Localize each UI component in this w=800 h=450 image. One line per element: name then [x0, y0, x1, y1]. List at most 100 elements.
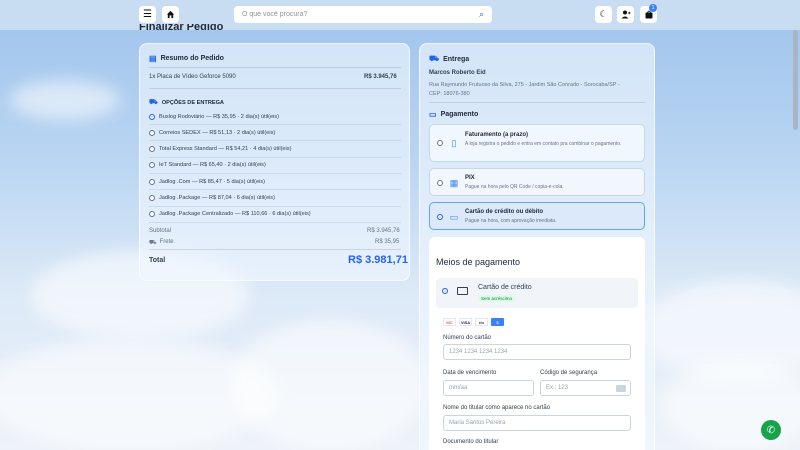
payment-option-title: Cartão de crédito ou débito	[465, 209, 544, 215]
shipping-option-label: Buslog Rodoviário — R$ 35,95 · 2 dia(s) …	[159, 113, 280, 120]
total-value: R$ 3.981,71	[348, 254, 408, 266]
radio-button[interactable]	[149, 195, 155, 201]
moon-icon: ☾	[599, 9, 608, 19]
radio-button[interactable]	[437, 180, 443, 186]
page-title: Finalizar Pedido	[139, 24, 224, 32]
delivery-address-line1: Rua Raymundo Frutuoso da Silva, 275 - Ja…	[429, 82, 620, 88]
home-icon	[166, 10, 175, 19]
truck-icon: ⛟	[429, 54, 440, 63]
cvv-placeholder: Ex.: 123	[546, 385, 569, 391]
scrollbar[interactable]	[793, 30, 798, 130]
subtotal-label: Subtotal	[149, 228, 172, 234]
freight-value: R$ 35,95	[375, 239, 400, 245]
shipping-option-label: Total Express Standard — R$ 54,21 · 4 di…	[159, 146, 292, 153]
delivery-title: Entrega	[443, 55, 470, 63]
summary-header: ▤ Resumo do Pedido	[149, 54, 224, 63]
payment-option-pix[interactable]: ▦ PIX Pague na hora pelo QR Code / copia…	[429, 168, 645, 196]
home-button[interactable]	[162, 6, 179, 23]
payment-option-invoice[interactable]: ▯ Faturamento (a prazo) A loja registra …	[429, 124, 645, 162]
whatsapp-button[interactable]: ✆	[761, 420, 781, 440]
shipping-option-label: Correios SEDEX — R$ 51,13 · 2 dia(s) úti…	[159, 129, 276, 136]
shipping-option-label: Jadlog .Package — R$ 87,04 · 6 dia(s) út…	[159, 195, 275, 201]
search-bar: ⌕	[234, 6, 492, 23]
shipping-header: ⛟ OPÇÕES DE ENTREGA	[149, 98, 224, 107]
holder-input[interactable]: Maria Santos Pereira	[443, 415, 631, 431]
subtotal-value: R$ 3.945,76	[367, 228, 400, 234]
shipping-option[interactable]: Jadlog .Package Centralizado — R$ 110,66…	[149, 207, 401, 223]
summary-title: Resumo do Pedido	[160, 55, 224, 62]
expiry-input[interactable]: mm/aa	[443, 380, 534, 396]
holder-label: Nome do titular como aparece no cartão	[443, 405, 551, 411]
credit-method-option[interactable]: Cartão de crédito Sem acréscimo	[436, 278, 638, 308]
payment-option-desc: Pague na hora pelo QR Code / copia-e-col…	[465, 184, 564, 190]
credit-card-icon	[457, 287, 468, 295]
menu-button[interactable]: ☰	[139, 6, 156, 23]
payment-title: Pagamento	[440, 111, 479, 118]
cart-count-badge: 1	[649, 4, 657, 12]
delivery-address-line2: CEP: 18076-380	[429, 91, 470, 97]
card-number-input[interactable]: 1234 1234 1234 1234	[443, 344, 631, 360]
payment-option-title: PIX	[465, 175, 475, 181]
radio-button-selected[interactable]	[442, 288, 448, 294]
shipping-option[interactable]: IeT Standard — R$ 65,40 · 2 dia(s) útil(…	[149, 158, 401, 174]
shipping-option[interactable]: Buslog Rodoviário — R$ 35,95 · 2 dia(s) …	[149, 109, 401, 125]
cvv-input[interactable]: Ex.: 123	[540, 380, 631, 396]
card-brands: MC VISA elo $	[443, 318, 504, 326]
total-label: Total	[149, 257, 166, 264]
top-bar: ☰ ⌕ ☾ 1	[0, 0, 800, 30]
radio-button[interactable]	[149, 178, 155, 185]
theme-toggle-button[interactable]: ☾	[595, 6, 612, 23]
credit-card-icon: ▭	[449, 211, 459, 222]
cvv-label: Código de segurança	[540, 370, 598, 376]
elo-icon: elo	[475, 318, 488, 326]
radio-button-selected[interactable]	[149, 113, 155, 120]
method-label: Cartão de crédito	[478, 284, 532, 291]
card-number-label: Número do cartão	[443, 335, 492, 341]
shipping-title: OPÇÕES DE ENTREGA	[161, 99, 224, 106]
visa-icon: VISA	[459, 318, 472, 326]
payment-header: ▭ Pagamento	[429, 110, 478, 119]
shipping-option[interactable]: Jadlog .Com — R$ 85,47 · 5 dia(s) útil(e…	[149, 174, 401, 191]
shipping-option[interactable]: Total Express Standard — R$ 54,21 · 4 di…	[149, 142, 401, 158]
mastercard-icon: MC	[443, 318, 456, 326]
shipping-option-label: Jadlog .Com — R$ 85,47 · 5 dia(s) útil(e…	[159, 178, 266, 185]
radio-button-selected[interactable]	[437, 214, 443, 220]
shipping-option-label: Jadlog .Package Centralizado — R$ 110,66…	[159, 211, 311, 218]
truck-icon: ⛟	[149, 240, 157, 246]
item-price: R$ 3.945,76	[364, 74, 397, 80]
receipt-icon: ▤	[149, 54, 157, 63]
item-name: 1x Placa de Vídeo Geforce 5090	[149, 74, 236, 80]
payment-option-desc: A loja registra o pedido e entra em cont…	[465, 141, 622, 147]
freight-label: Frete	[159, 239, 174, 245]
shipping-option[interactable]: Correios SEDEX — R$ 51,13 · 2 dia(s) úti…	[149, 125, 401, 142]
payment-option-title: Faturamento (a prazo)	[465, 132, 529, 138]
search-icon[interactable]: ⌕	[479, 9, 484, 20]
document-label: Documento do titular	[443, 439, 499, 445]
card-back-icon	[616, 385, 626, 392]
whatsapp-icon: ✆	[766, 424, 776, 436]
shipping-option-label: IeT Standard — R$ 65,40 · 2 dia(s) útil(…	[159, 162, 266, 169]
delivery-name: Marcos Roberto Eid	[429, 70, 486, 76]
radio-button[interactable]	[149, 146, 155, 153]
method-badge: Sem acréscimo	[478, 295, 516, 302]
account-button[interactable]	[617, 6, 634, 23]
user-icon	[621, 10, 630, 19]
shipping-option[interactable]: Jadlog .Package — R$ 87,04 · 6 dia(s) út…	[149, 191, 401, 207]
search-input[interactable]	[242, 11, 479, 18]
freight-row: ⛟ Frete	[149, 239, 174, 247]
radio-button[interactable]	[149, 211, 155, 218]
delivery-header: ⛟ Entrega	[429, 54, 469, 64]
payment-option-desc: Pague na hora, com aprovação imediata.	[465, 218, 557, 224]
form-title: Meios de pagamento	[436, 257, 521, 267]
qr-code-icon: ▦	[449, 177, 459, 188]
radio-button[interactable]	[437, 140, 443, 146]
hamburger-icon: ☰	[143, 9, 152, 20]
document-icon: ▯	[451, 137, 457, 148]
credit-card-icon: ▭	[429, 110, 437, 119]
card-brand-icon: $	[491, 318, 504, 326]
radio-button[interactable]	[149, 162, 155, 169]
truck-icon: ⛟	[149, 99, 158, 106]
payment-option-card[interactable]: ▭ Cartão de crédito ou débito Pague na h…	[429, 202, 645, 230]
expiry-label: Data de vencimento	[443, 370, 497, 376]
radio-button[interactable]	[149, 129, 155, 136]
